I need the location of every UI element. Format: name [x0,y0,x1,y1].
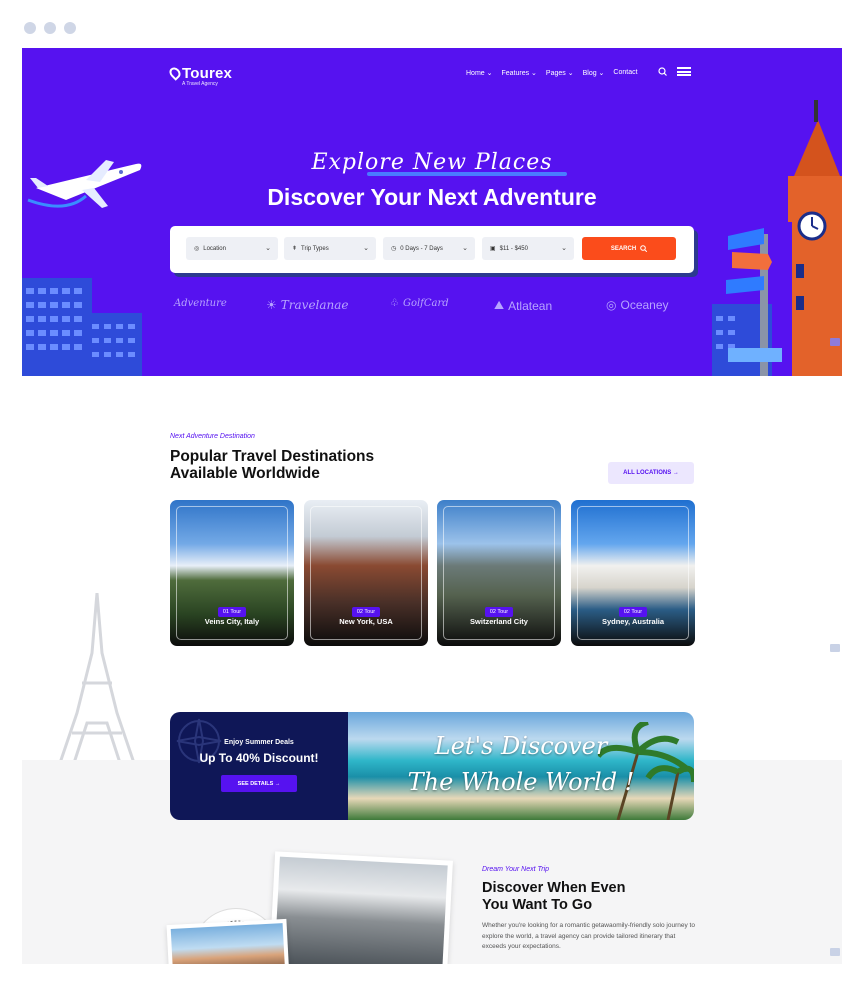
duration-select[interactable]: ◷ 0 Days - 7 Days ⌄ [383,237,475,260]
promo-deal-panel: Enjoy Summer Deals Up To 40% Discount! S… [170,712,348,820]
promo-script-line1: Let's Discover [434,732,608,760]
partner-logo-atlatean: ⛰ Atlatean [494,298,552,313]
money-icon: ▣ [490,246,496,252]
palm-icon: ♧ [390,298,399,309]
destination-card-sydney[interactable]: 02 Tour Sydney, Australia [571,500,695,646]
sun-icon: ☀ [266,298,277,312]
trip-types-select[interactable]: ⇞ Trip Types ⌄ [284,237,376,260]
partner-logo-adventure: Adventure [174,298,227,309]
partner-logos: Adventure ☀ Travelanae ♧ GolfCard ⛰ Atlatea… [170,298,710,318]
destination-name: Veins City, Italy [204,617,260,626]
clock-icon: ◷ [391,246,397,252]
destination-card-switzerland[interactable]: 02 Tour Switzerland City [437,500,561,646]
promo-banner: Enjoy Summer Deals Up To 40% Discount! S… [170,712,694,820]
site-logo[interactable]: Tourex A Travel Agency [167,65,233,87]
discover-description: Whether you're looking for a romantic ge… [482,922,695,950]
promo-beach-image: Let's Discover The Whole World ! [348,712,694,820]
nav-item-pages[interactable]: Pages ⌄ [546,69,574,77]
tour-badge-label: 01 Tour [217,607,247,617]
mountain-icon: ⛰ [494,298,505,312]
location-select[interactable]: ◎ Location ⌄ [186,237,278,260]
side-mail-icon[interactable] [830,644,840,652]
search-icon[interactable] [658,67,667,76]
destination-card-new-york[interactable]: 02 Tour New York, USA [304,500,428,646]
partner-name: Travelanae [280,298,349,312]
window-dot-1 [24,22,36,34]
trip-icon: ⇞ [292,246,298,252]
search-icon [640,245,648,252]
shell-icon: ◎ [606,298,617,312]
partner-logo-oceaney: ◎ Oceaney [606,298,669,312]
destinations-title-line2: Available Worldwide [170,465,320,482]
discover-title: Discover When Even You Want To Go [482,880,682,914]
discover-title-line1: Discover When Even [482,880,626,896]
destination-card-veins[interactable]: 01 Tour Veins City, Italy [170,500,294,646]
window-dot-2 [44,22,56,34]
partner-name: Adventure [174,298,227,309]
all-locations-button[interactable]: ALL LOCATIONS → [608,462,694,484]
logo-tagline: A Travel Agency [182,81,218,87]
price-select[interactable]: ▣ $11 - $450 ⌄ [482,237,574,260]
window-controls [24,22,76,34]
chevron-down-icon: ⌄ [561,245,567,252]
nav-item-features[interactable]: Features ⌄ [501,69,536,77]
search-button-label: SEARCH [610,245,637,252]
chevron-down-icon: ⌄ [462,245,468,252]
destination-name: Sydney, Australia [601,617,665,626]
hero-section: Tourex A Travel Agency Home ⌄ Features ⌄… [22,48,842,376]
destinations-title-line1: Popular Travel Destinations [170,448,375,465]
promo-script-line2: The Whole World ! [407,768,635,796]
location-pin-icon: ◎ [194,246,200,252]
side-mail-icon[interactable] [830,948,840,956]
tour-badge-label: 02 Tour [484,607,514,617]
location-label: Location [203,245,226,252]
destinations-title: Popular Travel Destinations Available Wo… [170,448,430,482]
window-dot-3 [64,22,76,34]
tour-badge: 02 Tour [571,600,695,618]
eiffel-tower-illustration [58,593,136,763]
big-ben-illustration [712,100,842,376]
partner-logo-travelanae: ☀ Travelanae [266,298,349,312]
page-frame: Tourex A Travel Agency Home ⌄ Features ⌄… [22,48,842,964]
promo-deal-text: Enjoy Summer Deals [224,739,294,746]
nav-icons [658,67,691,76]
search-button[interactable]: SEARCH [582,237,676,260]
menu-icon[interactable] [677,67,691,76]
map-pin-icon [167,65,183,81]
chevron-down-icon: ⌄ [265,245,271,252]
couple-photo-image [170,923,286,964]
chevron-down-icon: ⌄ [363,245,369,252]
side-chat-icon[interactable] [830,338,840,346]
tour-badge: 01 Tour [170,600,294,618]
logo-name: Tourex [182,65,233,82]
tour-badge-label: 02 Tour [351,607,381,617]
duration-label: 0 Days - 7 Days [400,245,443,252]
destination-name: Switzerland City [470,617,528,626]
partner-name: Atlatean [508,298,553,313]
search-bar: ◎ Location ⌄ ⇞ Trip Types ⌄ ◷ 0 Days - 7 Da… [170,226,694,273]
main-nav: Home ⌄ Features ⌄ Pages ⌄ Blog ⌄ Contact [466,69,638,77]
nav-item-contact[interactable]: Contact [613,69,637,77]
partner-name: Oceaney [620,298,669,312]
skyline-left-illustration [22,278,142,376]
promo-discount-text: Up To 40% Discount! [199,751,319,765]
couple-photo [166,918,290,964]
mountain-photo-image [274,856,448,964]
mountain-photo [269,851,453,964]
tour-badge: 02 Tour [304,600,428,618]
see-details-button[interactable]: SEE DETAILS → [221,775,297,792]
destinations-subtitle: Next Adventure Destination [170,433,255,440]
destination-name: New York, USA [339,617,393,626]
trip-types-label: Trip Types [301,245,329,252]
tour-badge: 02 Tour [437,600,561,618]
partner-name: GolfCard [402,298,449,309]
discover-title-line2: You Want To Go [482,897,593,913]
tour-badge-label: 02 Tour [618,607,648,617]
partner-logo-golfcard: ♧ GolfCard [390,298,449,309]
nav-item-blog[interactable]: Blog ⌄ [583,69,605,77]
price-label: $11 - $450 [499,245,528,252]
discover-subtitle: Dream Your Next Trip [482,866,550,873]
nav-item-home[interactable]: Home ⌄ [466,69,492,77]
